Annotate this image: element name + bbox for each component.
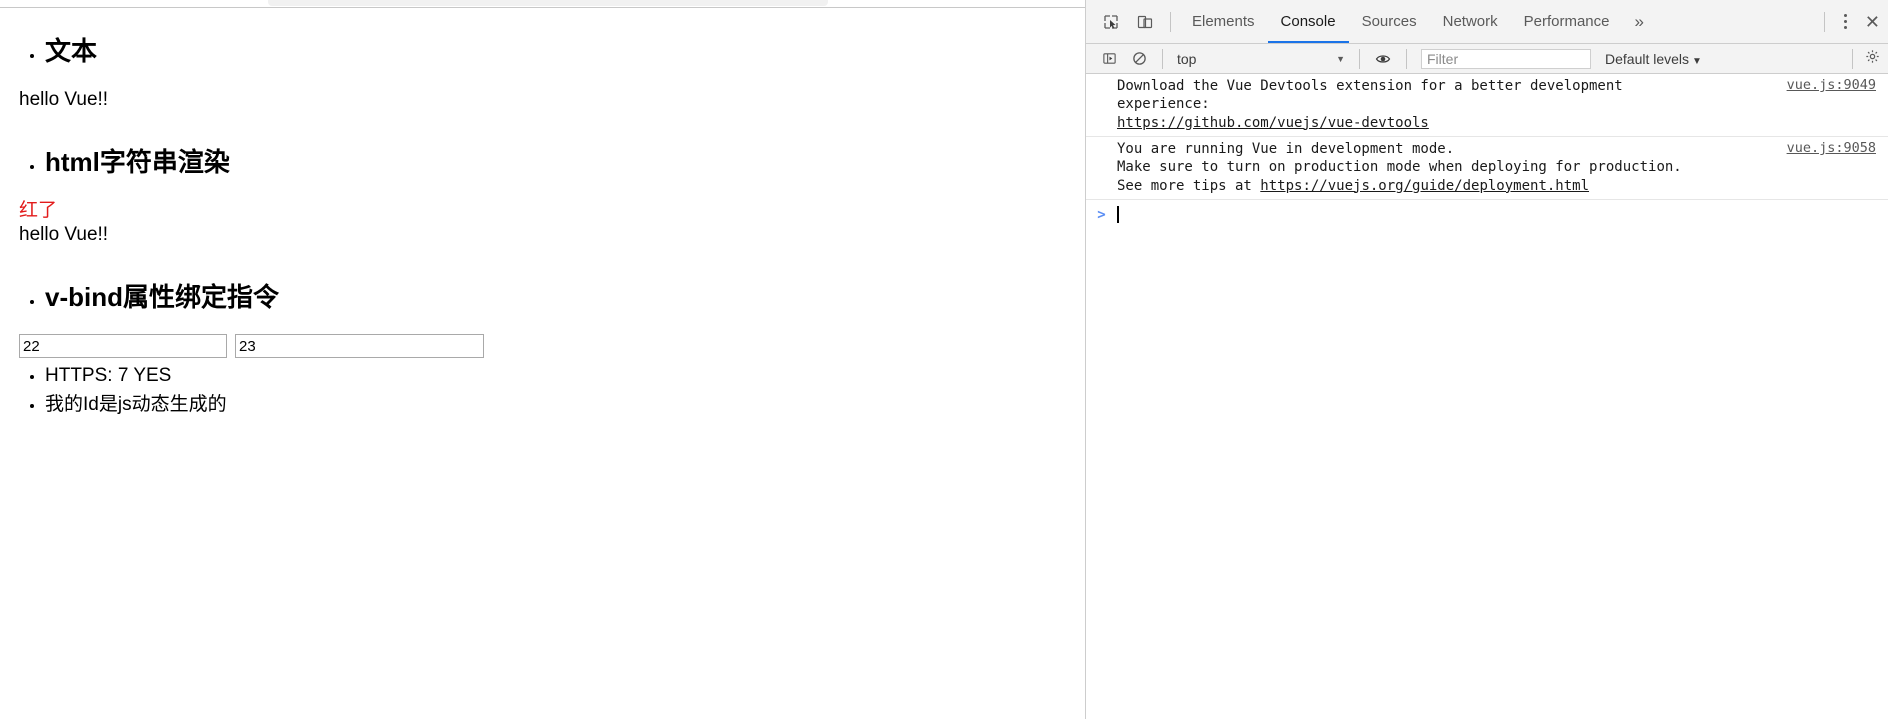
chevron-down-icon: ▼ bbox=[1692, 55, 1702, 67]
vbind-input-one[interactable] bbox=[19, 334, 227, 359]
console-prompt-input[interactable] bbox=[1117, 206, 1888, 224]
tab-elements[interactable]: Elements bbox=[1179, 0, 1268, 43]
log-levels-select[interactable]: Default levels ▼ bbox=[1597, 51, 1710, 67]
inspect-element-icon[interactable] bbox=[1096, 7, 1126, 37]
console-message[interactable]: Download the Vue Devtools extension for … bbox=[1086, 74, 1888, 137]
message-source-link[interactable]: vue.js:9049 bbox=[1787, 77, 1888, 93]
toolbar-divider-right bbox=[1823, 11, 1825, 32]
section-heading-text: 文本 bbox=[45, 37, 1085, 66]
console-toolbar-right bbox=[1844, 48, 1888, 69]
section-heading-vbind: v-bind属性绑定指令 bbox=[45, 283, 1085, 312]
page-content: 文本 hello Vue!! html字符串渲染 红了 hello Vue!! bbox=[0, 8, 1085, 419]
tab-console[interactable]: Console bbox=[1268, 0, 1349, 43]
console-toolbar-divider-3 bbox=[1406, 48, 1407, 69]
message-line: Make sure to turn on production mode whe… bbox=[1117, 159, 1682, 176]
vbind-bullet-list: HTTPS: 7 YES 我的Id是js动态生成的 bbox=[0, 362, 1085, 419]
console-message[interactable]: You are running Vue in development mode.… bbox=[1086, 137, 1888, 200]
console-filter-input[interactable] bbox=[1421, 48, 1591, 69]
live-expression-icon[interactable] bbox=[1370, 47, 1396, 71]
section-heading-html: html字符串渲染 bbox=[45, 148, 1085, 177]
console-toolbar-divider bbox=[1162, 48, 1163, 69]
console-prompt-row[interactable]: > bbox=[1086, 200, 1888, 230]
console-toolbar-divider-4 bbox=[1852, 48, 1853, 69]
log-levels-label: Default levels bbox=[1605, 50, 1690, 67]
more-options-icon[interactable] bbox=[1833, 7, 1859, 37]
vbind-inputs-row bbox=[0, 334, 1085, 359]
page-viewport: 文本 hello Vue!! html字符串渲染 红了 hello Vue!! bbox=[0, 7, 1085, 719]
vbind-input-two[interactable] bbox=[235, 334, 484, 359]
console-settings-icon[interactable] bbox=[1861, 49, 1884, 68]
console-toolbar-divider-2 bbox=[1359, 48, 1360, 69]
device-toolbar-icon[interactable] bbox=[1130, 7, 1160, 37]
message-line-prefix: See more tips at bbox=[1117, 177, 1261, 194]
devtools-panel: Elements Console Sources Network Perform… bbox=[1085, 0, 1888, 719]
tab-network[interactable]: Network bbox=[1430, 0, 1511, 43]
browser-tab-shadow bbox=[268, 0, 828, 6]
browser-window: 文本 hello Vue!! html字符串渲染 红了 hello Vue!! bbox=[0, 0, 1888, 719]
message-line: You are running Vue in development mode. bbox=[1117, 140, 1455, 157]
execution-context-select[interactable]: top ▼ bbox=[1171, 51, 1351, 67]
execution-context-value: top bbox=[1177, 50, 1197, 67]
toolbar-divider bbox=[1170, 11, 1171, 32]
text-cursor bbox=[1117, 206, 1119, 224]
list-item: 我的Id是js动态生成的 bbox=[45, 391, 1085, 420]
section-1-heading-list: 文本 bbox=[0, 37, 1085, 66]
section-3-heading-label: v-bind属性绑定指令 bbox=[45, 282, 279, 313]
more-tabs-icon[interactable]: » bbox=[1623, 0, 1656, 43]
console-prompt-icon: > bbox=[1097, 206, 1106, 223]
section-2-heading-label: html字符串渲染 bbox=[45, 147, 230, 178]
section-1-paragraph: hello Vue!! bbox=[19, 88, 109, 110]
devtools-tabbar: Elements Console Sources Network Perform… bbox=[1086, 0, 1888, 44]
message-link[interactable]: https://github.com/vuejs/vue-devtools bbox=[1117, 115, 1429, 131]
tab-performance[interactable]: Performance bbox=[1511, 0, 1623, 43]
message-link[interactable]: https://vuejs.org/guide/deployment.html bbox=[1260, 178, 1589, 194]
section-2-paragraph: hello Vue!! bbox=[19, 223, 109, 245]
section-2-heading-list: html字符串渲染 bbox=[0, 148, 1085, 177]
list-item: HTTPS: 7 YES bbox=[45, 362, 1085, 391]
section-3-heading-list: v-bind属性绑定指令 bbox=[0, 283, 1085, 312]
message-body: Download the Vue Devtools extension for … bbox=[1117, 77, 1787, 132]
console-message-list: Download the Vue Devtools extension for … bbox=[1086, 74, 1888, 718]
message-body: You are running Vue in development mode.… bbox=[1117, 140, 1787, 195]
chevron-down-icon: ▼ bbox=[1336, 53, 1345, 64]
devtools-tabbar-actions: ✕ bbox=[1816, 7, 1888, 37]
tab-sources[interactable]: Sources bbox=[1349, 0, 1430, 43]
console-toolbar: top ▼ Default levels▼ bbox=[1086, 44, 1888, 74]
console-sidebar-icon[interactable] bbox=[1096, 47, 1122, 71]
close-icon[interactable]: ✕ bbox=[1863, 13, 1886, 31]
message-source-link[interactable]: vue.js:9058 bbox=[1787, 140, 1888, 156]
message-line: experience: bbox=[1117, 96, 1210, 113]
section-1-heading-label: 文本 bbox=[45, 36, 98, 66]
clear-console-icon[interactable] bbox=[1126, 47, 1152, 71]
section-2-red-line: 红了 bbox=[19, 199, 58, 221]
message-line: Download the Vue Devtools extension for … bbox=[1117, 78, 1623, 94]
